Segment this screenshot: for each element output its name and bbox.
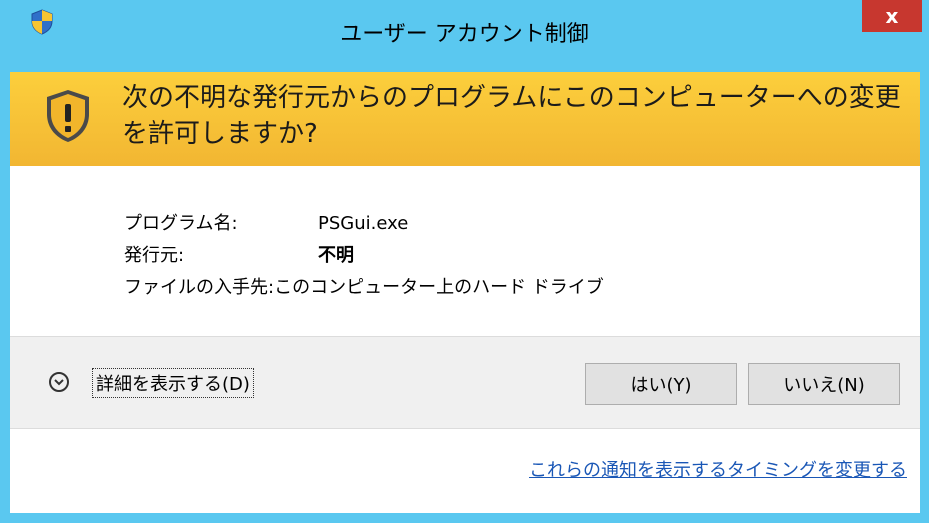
divider — [10, 428, 920, 429]
detail-row-origin: ファイルの入手先: このコンピューター上のハード ドライブ — [124, 272, 604, 304]
show-details-link[interactable]: 詳細を表示する(D) — [92, 368, 254, 398]
origin-value: このコンピューター上のハード ドライブ — [274, 277, 604, 298]
program-details: プログラム名: PSGui.exe 発行元: 不明 ファイルの入手先: このコン… — [124, 208, 604, 304]
dialog-body: 次の不明な発行元からのプログラムにこのコンピューターへの変更を許可しますか? プ… — [10, 72, 920, 513]
publisher-label: 発行元: — [124, 245, 185, 266]
chevron-down-circle-icon[interactable] — [49, 372, 69, 392]
uac-question: 次の不明な発行元からのプログラムにこのコンピューターへの変更を許可しますか? — [122, 83, 901, 149]
close-button[interactable]: x — [862, 0, 922, 32]
no-button[interactable]: いいえ(N) — [748, 363, 900, 405]
publisher-value: 不明 — [318, 245, 354, 266]
notification-settings-link[interactable]: これらの通知を表示するタイミングを変更する — [529, 456, 907, 482]
program-name-value: PSGui.exe — [318, 213, 409, 234]
window-title: ユーザー アカウント制御 — [340, 22, 589, 47]
program-name-label: プログラム名: — [124, 213, 238, 234]
action-area: 詳細を表示する(D) はい(Y) いいえ(N) — [10, 337, 920, 428]
title-bar: ユーザー アカウント制御 x — [0, 0, 929, 72]
warning-banner: 次の不明な発行元からのプログラムにこのコンピューターへの変更を許可しますか? — [10, 72, 920, 166]
warning-shield-icon — [47, 90, 89, 142]
origin-label: ファイルの入手先: — [124, 277, 275, 298]
detail-row-publisher: 発行元: 不明 — [124, 240, 604, 272]
detail-row-program: プログラム名: PSGui.exe — [124, 208, 604, 240]
yes-button[interactable]: はい(Y) — [585, 363, 737, 405]
